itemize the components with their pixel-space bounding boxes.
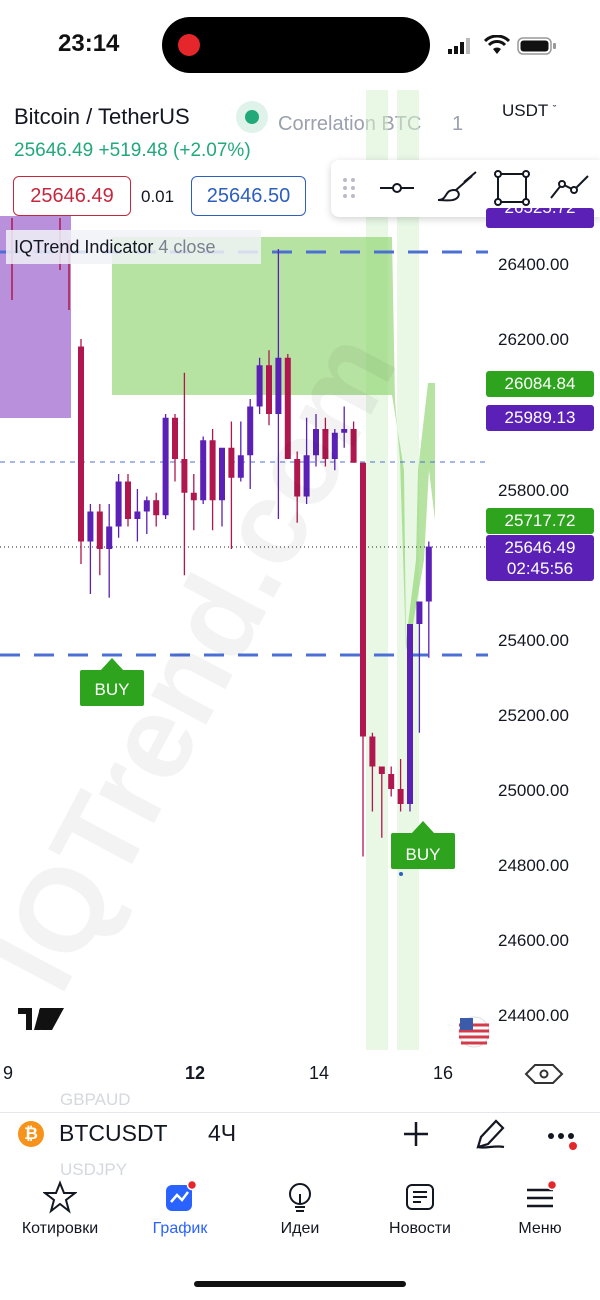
- price-axis-label: 25400.00: [498, 631, 569, 650]
- tab-news[interactable]: Новости: [360, 1180, 480, 1238]
- menu-icon: [527, 1180, 557, 1208]
- price-axis-label: 26400.00: [498, 255, 569, 274]
- candle-body: [360, 462, 366, 737]
- interval-select[interactable]: 4Ч: [208, 1120, 236, 1147]
- tab-label: График: [152, 1220, 208, 1237]
- candle-body: [388, 774, 395, 789]
- bar-countdown: 02:45:56: [506, 559, 574, 578]
- price-axis-label: 24600.00: [498, 931, 569, 950]
- bitcoin-icon: ₿: [18, 1121, 44, 1147]
- symbol-code[interactable]: BTCUSDT: [59, 1120, 168, 1147]
- time-axis-label: 9: [3, 1063, 14, 1083]
- candle-body: [416, 601, 423, 624]
- signal-dot: [399, 872, 403, 876]
- price-tag-purple: 25989.13: [486, 405, 594, 431]
- pen-icon[interactable]: [472, 1115, 508, 1158]
- price-axis-label: 24800.00: [498, 856, 569, 875]
- candle-body: [181, 459, 188, 493]
- price-tag-top: 26525.72: [486, 208, 594, 228]
- last-price-tag: 25646.49 02:45:56: [486, 535, 594, 581]
- tab-chart[interactable]: График: [120, 1180, 240, 1238]
- candle-body: [369, 736, 376, 767]
- tradingview-logo: [18, 1008, 64, 1030]
- candle-body: [378, 766, 385, 774]
- candle-body: [407, 624, 413, 804]
- candle-body: [172, 417, 178, 459]
- ghost-symbol: USDJPY: [60, 1160, 128, 1179]
- tab-label: Котировки: [21, 1220, 99, 1237]
- price-tag-green-upper: 26084.84: [486, 371, 594, 397]
- rectangle-tool-icon[interactable]: [494, 170, 530, 211]
- horizontal-line-tool-icon[interactable]: [378, 172, 416, 209]
- candle-body: [190, 492, 197, 501]
- time-axis-label: 12: [185, 1063, 206, 1083]
- news-icon: [406, 1184, 434, 1210]
- price-axis-label: 24400.00: [498, 1006, 569, 1025]
- lightbulb-icon: [289, 1183, 311, 1212]
- candle-body: [397, 789, 404, 804]
- candle-body: [78, 346, 84, 542]
- chart-settings-icon[interactable]: [524, 1064, 564, 1084]
- candle-body: [425, 546, 432, 602]
- candle-body: [162, 417, 169, 516]
- candle-body: [106, 526, 113, 549]
- drag-handle-icon: [343, 178, 355, 198]
- tab-label: Меню: [518, 1220, 562, 1237]
- buy-signal-label: BUY: [95, 680, 130, 699]
- price-axis-label: 25800.00: [498, 481, 569, 500]
- candle-body: [153, 500, 160, 516]
- tab-menu[interactable]: Меню: [480, 1180, 600, 1238]
- tab-label: Идеи: [280, 1220, 320, 1237]
- indicator-legend[interactable]: IQTrend Indicator 4 close: [6, 230, 261, 264]
- candle-body: [200, 440, 207, 501]
- time-axis-label: 16: [433, 1063, 454, 1083]
- tab-label: Новости: [389, 1220, 451, 1237]
- buy-signal-label: BUY: [406, 845, 441, 864]
- brush-tool-icon[interactable]: [434, 170, 478, 211]
- price-axis-label: 25200.00: [498, 706, 569, 725]
- time-axis-label: 14: [309, 1063, 330, 1083]
- session-band: [366, 90, 388, 1050]
- chart-icon: [166, 1180, 197, 1211]
- price-axis-label: 26200.00: [498, 330, 569, 349]
- price-tag-green-lower: 25717.72: [486, 508, 594, 534]
- tab-ideas[interactable]: Идеи: [240, 1180, 360, 1238]
- tab-quotes[interactable]: Котировки: [0, 1180, 120, 1238]
- divider: [0, 1112, 600, 1113]
- last-price-tag-value: 25646.49: [504, 538, 576, 557]
- candle-body: [115, 481, 122, 527]
- plus-icon[interactable]: [400, 1118, 432, 1155]
- more-options-icon[interactable]: [546, 1124, 580, 1155]
- candle-body: [134, 511, 141, 519]
- candle-body: [87, 511, 94, 542]
- candle-body: [96, 511, 103, 549]
- ghost-symbol: GBPAUD: [60, 1090, 131, 1109]
- candle-body: [125, 481, 131, 519]
- star-icon: [43, 1180, 77, 1214]
- us-flag-icon[interactable]: [458, 1016, 490, 1048]
- candle-body: [143, 500, 150, 512]
- indicator-params: 4 close: [158, 237, 216, 257]
- path-tool-icon[interactable]: [548, 172, 592, 209]
- home-indicator: [194, 1281, 406, 1287]
- indicator-name: IQTrend Indicator: [14, 237, 154, 257]
- price-axis-label: 25000.00: [498, 781, 569, 800]
